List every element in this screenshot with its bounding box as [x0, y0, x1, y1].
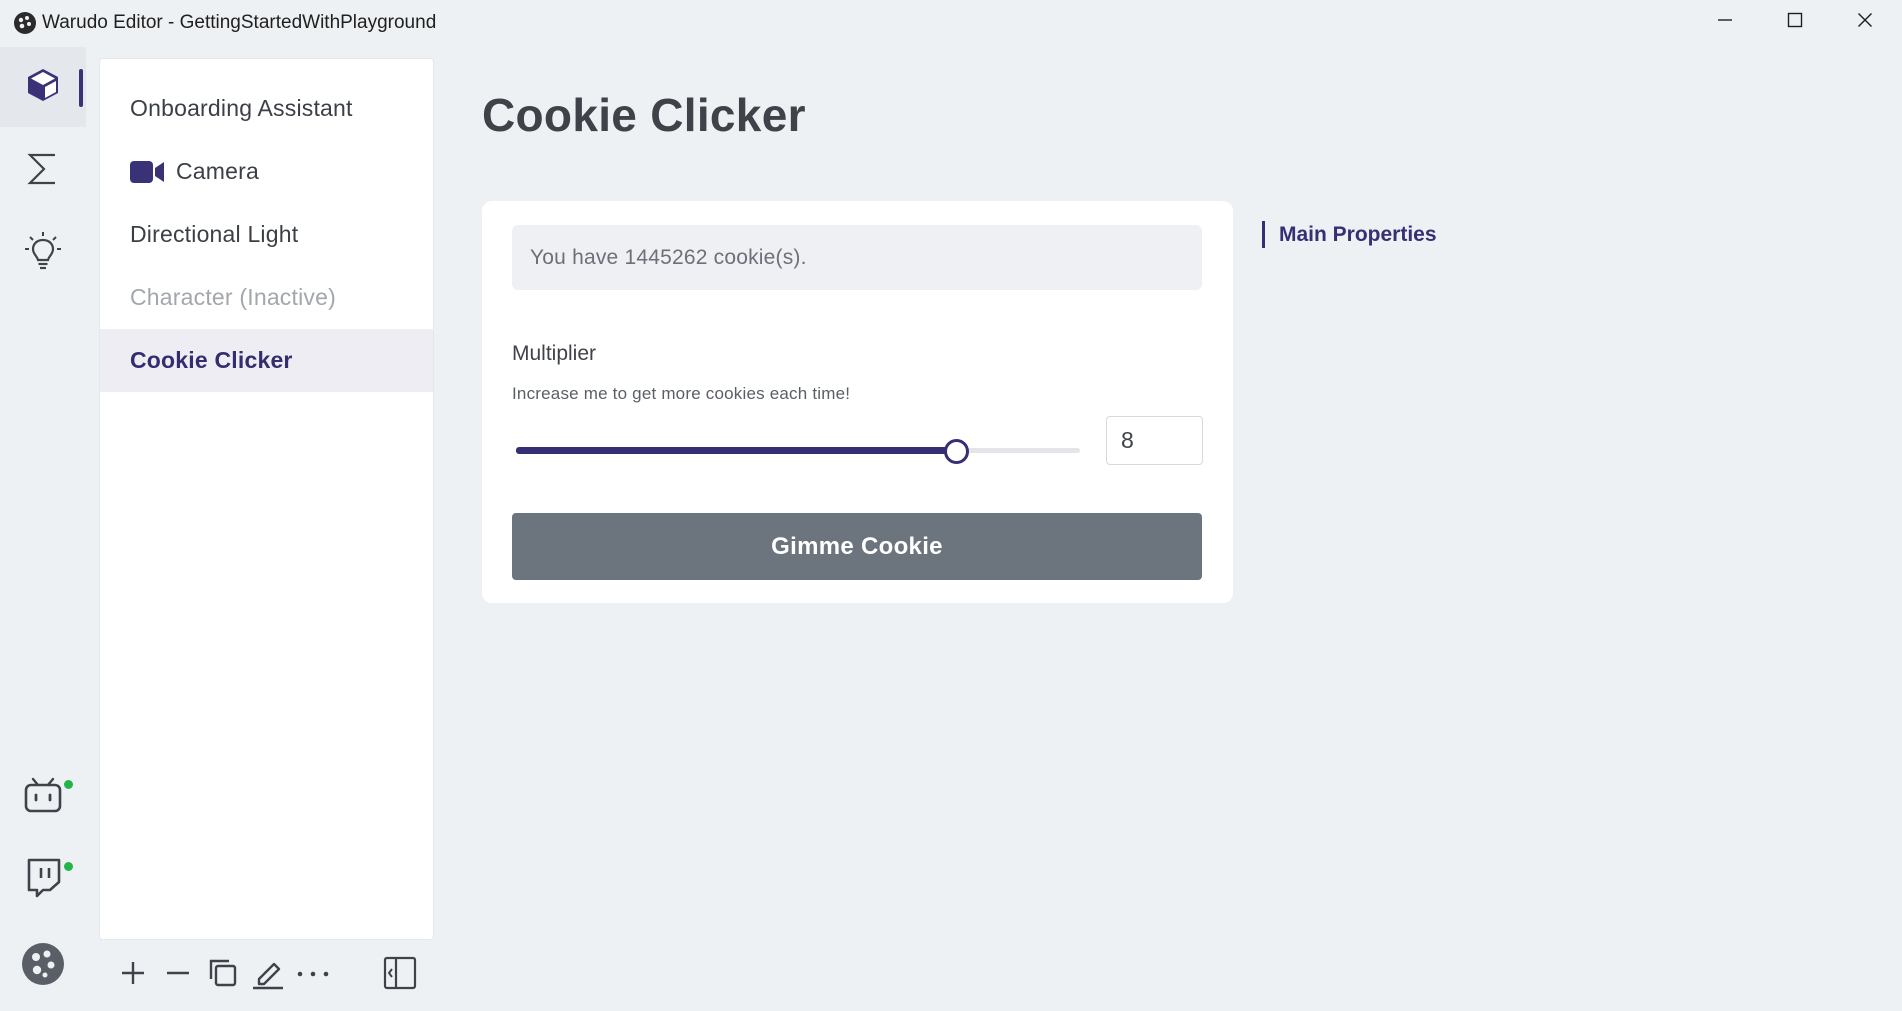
twitch-icon — [24, 858, 62, 903]
scene-item-onboarding-assistant[interactable]: Onboarding Assistant — [100, 77, 433, 140]
scene-item-directional-light[interactable]: Directional Light — [100, 203, 433, 266]
collapse-panel-button[interactable] — [380, 955, 420, 995]
duplicate-button[interactable] — [203, 955, 243, 995]
scene-list-panel: Onboarding Assistant Camera Directional … — [99, 58, 434, 940]
duplicate-icon — [207, 957, 239, 994]
multiplier-value-input[interactable]: 8 — [1106, 416, 1203, 465]
close-button[interactable] — [1830, 0, 1900, 45]
scene-item-label: Onboarding Assistant — [130, 95, 353, 121]
more-icon — [296, 966, 330, 984]
remove-icon — [164, 959, 192, 992]
collapse-panel-icon — [383, 956, 417, 995]
scene-item-camera[interactable]: Camera — [100, 140, 433, 203]
warudo-editor-window: Warudo Editor - GettingStartedWithPlaygr… — [0, 0, 1902, 1011]
active-indicator — [79, 69, 83, 107]
slider-thumb[interactable] — [944, 439, 969, 464]
slider-fill — [516, 447, 956, 454]
minimize-button[interactable] — [1690, 0, 1760, 45]
more-button[interactable] — [293, 955, 333, 995]
multiplier-label: Multiplier — [512, 342, 597, 365]
cube-icon — [24, 66, 62, 109]
online-status-dot — [64, 780, 73, 789]
section-nav-main-properties[interactable]: Main Properties — [1262, 221, 1437, 248]
activity-bar — [0, 45, 86, 1011]
rename-button[interactable] — [248, 955, 288, 995]
multiplier-slider[interactable] — [516, 439, 1080, 464]
activity-item-twitch[interactable] — [0, 840, 86, 920]
add-icon — [119, 959, 147, 992]
remove-button[interactable] — [158, 955, 198, 995]
camera-icon — [130, 160, 164, 183]
bilibili-icon — [23, 776, 63, 819]
scene-item-label: Cookie Clicker — [130, 347, 293, 373]
multiplier-description: Increase me to get more cookies each tim… — [512, 384, 851, 403]
gimme-cookie-button[interactable]: Gimme Cookie — [512, 513, 1202, 580]
activity-item-warudo[interactable] — [0, 926, 86, 1006]
cookie-count-display: You have 1445262 cookie(s). — [512, 225, 1202, 290]
window-title: Warudo Editor - GettingStartedWithPlaygr… — [42, 12, 437, 33]
activity-item-tips[interactable] — [0, 213, 86, 293]
scene-item-label: Character (Inactive) — [130, 284, 336, 310]
maximize-icon — [1787, 12, 1803, 33]
add-button[interactable] — [113, 955, 153, 995]
rename-icon — [251, 956, 285, 995]
page-title: Cookie Clicker — [482, 89, 806, 141]
title-bar: Warudo Editor - GettingStartedWithPlaygr… — [0, 0, 1902, 45]
sigma-icon — [25, 151, 61, 192]
minimize-icon — [1717, 12, 1733, 33]
close-icon — [1857, 12, 1873, 33]
scene-item-label: Directional Light — [130, 221, 299, 247]
scene-item-cookie-clicker[interactable]: Cookie Clicker — [100, 329, 433, 392]
properties-card: You have 1445262 cookie(s). Multiplier I… — [482, 201, 1233, 603]
activity-item-scene[interactable] — [0, 47, 86, 127]
activity-item-blueprints[interactable] — [0, 131, 86, 211]
maximize-button[interactable] — [1760, 0, 1830, 45]
warudo-logo-icon — [21, 942, 65, 991]
lightbulb-icon — [24, 231, 62, 276]
scene-item-character[interactable]: Character (Inactive) — [100, 266, 433, 329]
scene-item-label: Camera — [176, 158, 260, 184]
warudo-app-icon — [13, 11, 37, 35]
activity-item-bilibili[interactable] — [0, 757, 86, 837]
online-status-dot — [64, 862, 73, 871]
